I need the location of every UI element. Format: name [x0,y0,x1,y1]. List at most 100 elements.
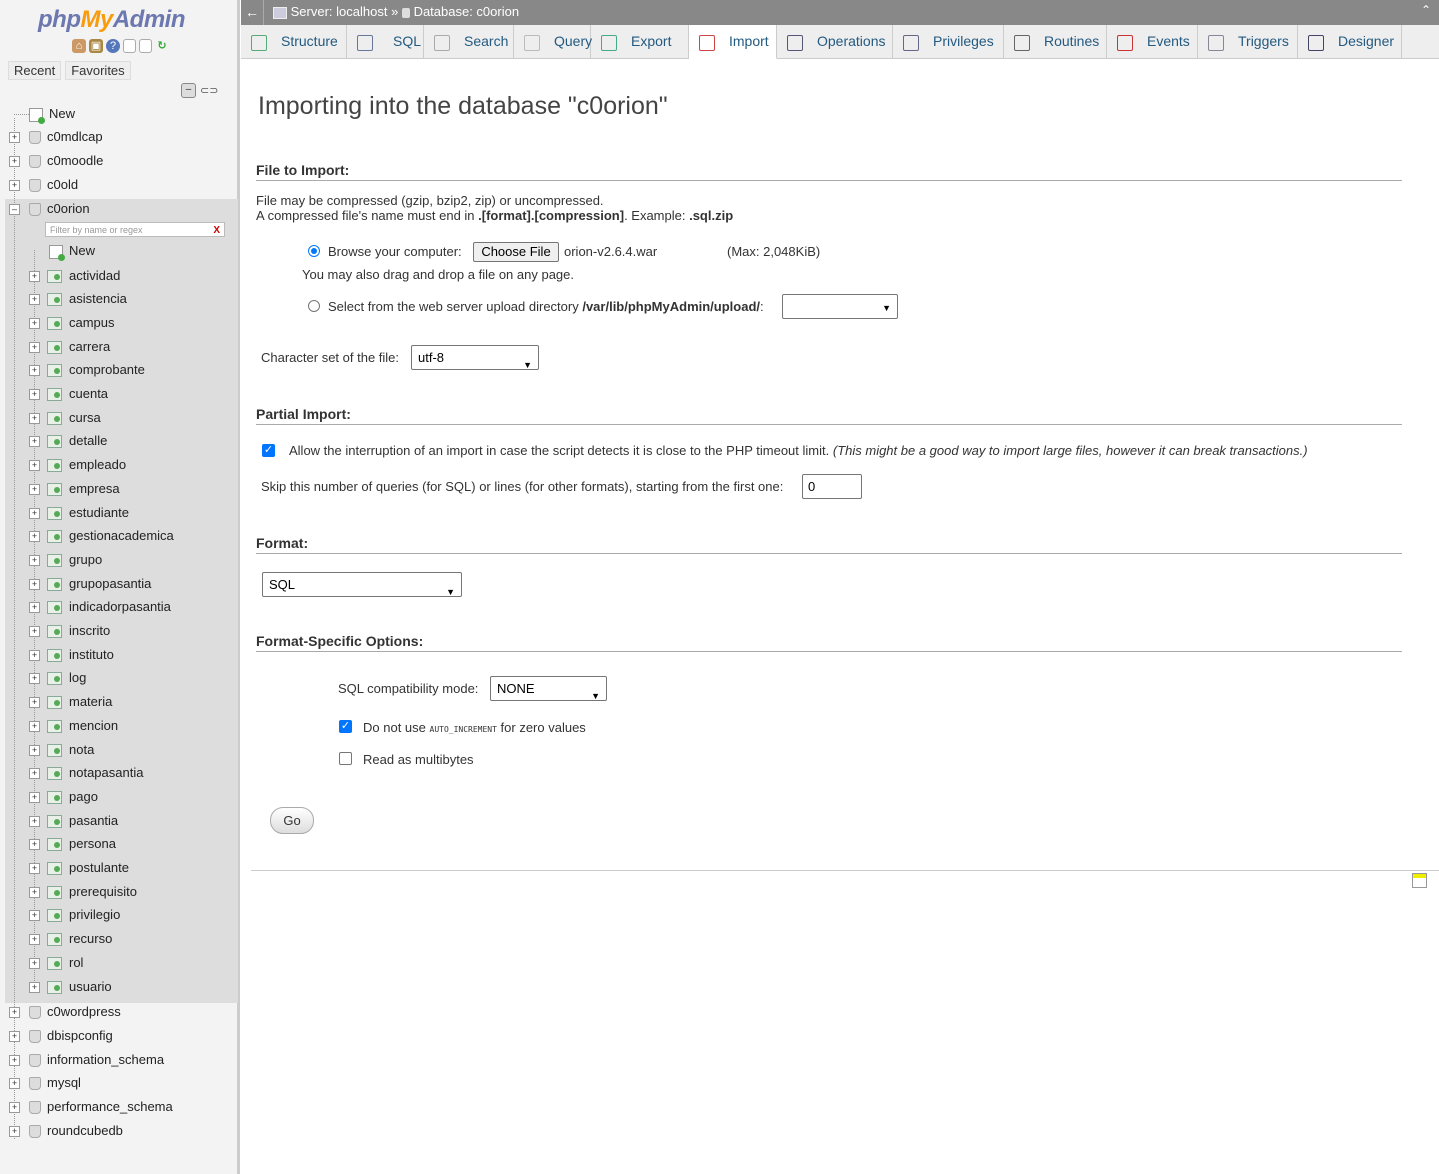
expand-table-grupo-icon[interactable]: + [29,555,40,566]
choose-file-button[interactable]: Choose File [473,242,559,262]
expand-table-notapasantia-icon[interactable]: + [29,768,40,779]
expand-table-pasantia-icon[interactable]: + [29,816,40,827]
tab-structure[interactable]: Structure [241,25,347,58]
table-inscrito[interactable]: inscrito [47,621,110,641]
table-materia[interactable]: materia [47,692,112,712]
table-carrera[interactable]: carrera [47,337,110,357]
expand-table-recurso-icon[interactable]: + [29,934,40,945]
database-mysql[interactable]: mysql [29,1073,81,1093]
table-indicadorpasantia[interactable]: indicadorpasantia [47,597,171,617]
database-c0orion[interactable]: c0orion [29,199,90,219]
tab-designer[interactable]: Designer [1298,25,1402,58]
docs-icon[interactable] [123,39,136,53]
expand-table-log-icon[interactable]: + [29,673,40,684]
table-filter-input[interactable]: Filter by name or regex X [45,222,225,237]
expand-mysql-icon[interactable]: + [9,1078,20,1089]
table-empleado[interactable]: empleado [47,455,126,475]
expand-c0mdlcap-icon[interactable]: + [9,132,20,143]
expand-table-detalle-icon[interactable]: + [29,436,40,447]
expand-table-empleado-icon[interactable]: + [29,460,40,471]
table-instituto[interactable]: instituto [47,645,114,665]
expand-table-prerequisito-icon[interactable]: + [29,887,40,898]
expand-table-postulante-icon[interactable]: + [29,863,40,874]
table-cursa[interactable]: cursa [47,408,101,428]
table-empresa[interactable]: empresa [47,479,120,499]
no-auto-increment-checkbox[interactable]: ✓ [339,720,352,733]
database-performance_schema[interactable]: performance_schema [29,1097,173,1117]
database-c0old[interactable]: c0old [29,175,78,195]
expand-table-actividad-icon[interactable]: + [29,271,40,282]
table-grupo[interactable]: grupo [47,550,102,570]
allow-interrupt-checkbox[interactable]: ✓ [262,444,275,457]
link-with-main-icon[interactable]: ⊂⊃ [200,84,218,97]
format-select[interactable]: SQL ▼ [262,572,462,597]
table-actividad[interactable]: actividad [47,266,120,286]
expand-table-gestionacademica-icon[interactable]: + [29,531,40,542]
expand-table-nota-icon[interactable]: + [29,745,40,756]
expand-table-usuario-icon[interactable]: + [29,982,40,993]
tab-query[interactable]: Query [514,25,592,58]
table-gestionacademica[interactable]: gestionacademica [47,526,174,546]
tab-sql[interactable]: SQL [347,25,424,58]
expand-table-inscrito-icon[interactable]: + [29,626,40,637]
favorites-tab[interactable]: Favorites [65,61,131,80]
compat-mode-select[interactable]: NONE ▼ [490,676,607,701]
table-persona[interactable]: persona [47,834,116,854]
expand-table-empresa-icon[interactable]: + [29,484,40,495]
table-mencion[interactable]: mencion [47,716,118,736]
collapse-nav-arrow-icon[interactable]: ← [241,0,264,25]
filter-clear-icon[interactable]: X [213,223,220,238]
table-log[interactable]: log [47,668,86,688]
expand-table-campus-icon[interactable]: + [29,318,40,329]
expand-table-asistencia-icon[interactable]: + [29,294,40,305]
settings-icon[interactable] [139,39,152,53]
skip-queries-input[interactable]: 0 [802,474,862,499]
table-rol[interactable]: rol [47,953,83,973]
expand-table-privilegio-icon[interactable]: + [29,910,40,921]
expand-table-cuenta-icon[interactable]: + [29,389,40,400]
tab-search[interactable]: Search [424,25,514,58]
browse-computer-radio[interactable] [308,245,320,257]
breadcrumb-database[interactable]: Database: c0orion [414,4,520,19]
breadcrumb-server[interactable]: Server: localhost [291,4,388,19]
table-prerequisito[interactable]: prerequisito [47,882,137,902]
tab-routines[interactable]: Routines [1004,25,1107,58]
upload-dir-radio[interactable] [308,300,320,312]
console-icon[interactable] [1412,873,1427,888]
expand-performance_schema-icon[interactable]: + [9,1102,20,1113]
phpmyadmin-logo[interactable]: phpMyAdmin [38,6,186,34]
expand-table-materia-icon[interactable]: + [29,697,40,708]
database-c0mdlcap[interactable]: c0mdlcap [29,127,103,147]
reload-icon[interactable]: ↻ [155,39,169,53]
tab-import[interactable]: Import [689,25,777,59]
expand-table-mencion-icon[interactable]: + [29,721,40,732]
expand-table-grupopasantia-icon[interactable]: + [29,579,40,590]
expand-c0wordpress-icon[interactable]: + [9,1007,20,1018]
database-roundcubedb[interactable]: roundcubedb [29,1121,123,1141]
tab-operations[interactable]: Operations [777,25,893,58]
expand-table-cursa-icon[interactable]: + [29,413,40,424]
expand-table-carrera-icon[interactable]: + [29,342,40,353]
collapse-all-icon[interactable]: – [181,83,196,98]
table-campus[interactable]: campus [47,313,115,333]
expand-c0old-icon[interactable]: + [9,180,20,191]
expand-table-instituto-icon[interactable]: + [29,650,40,661]
tab-events[interactable]: Events [1107,25,1198,58]
database-c0moodle[interactable]: c0moodle [29,151,103,171]
expand-table-rol-icon[interactable]: + [29,958,40,969]
read-multibytes-checkbox[interactable] [339,752,352,765]
table-cuenta[interactable]: cuenta [47,384,108,404]
table-nota[interactable]: nota [47,740,94,760]
expand-table-estudiante-icon[interactable]: + [29,508,40,519]
logout-icon[interactable]: ▣ [89,39,103,53]
new-table-item[interactable]: New [49,241,95,261]
expand-table-persona-icon[interactable]: + [29,839,40,850]
table-grupopasantia[interactable]: grupopasantia [47,574,151,594]
database-dbispconfig[interactable]: dbispconfig [29,1026,113,1046]
help-icon[interactable]: ? [106,39,120,53]
scroll-top-icon[interactable]: ⌃ [1421,3,1431,17]
upload-dir-select[interactable]: ▼ [782,294,898,319]
table-usuario[interactable]: usuario [47,977,112,997]
database-c0wordpress[interactable]: c0wordpress [29,1002,121,1022]
database-information_schema[interactable]: information_schema [29,1050,164,1070]
